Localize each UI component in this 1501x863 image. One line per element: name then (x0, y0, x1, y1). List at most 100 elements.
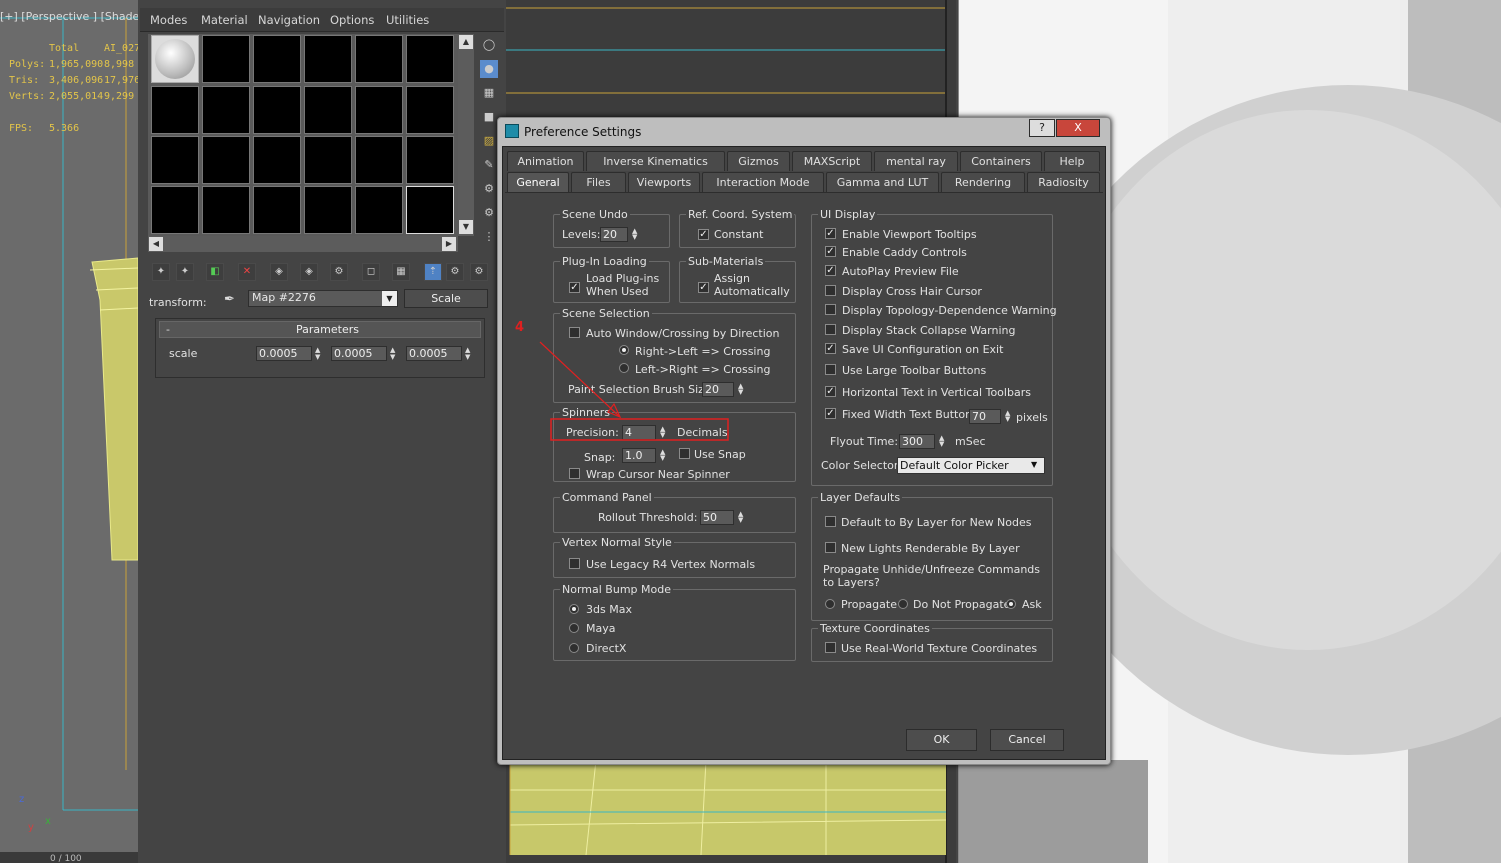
sample-slot[interactable] (253, 86, 301, 134)
color-selector-dropdown[interactable]: Default Color Picker (897, 457, 1045, 474)
tab-animation[interactable]: Animation (507, 151, 584, 171)
left-right-radio[interactable] (619, 363, 629, 373)
slots-horizontal-scrollbar[interactable]: ◀ ▶ (148, 236, 458, 252)
scale-y-spinner[interactable]: 0.0005 (331, 346, 387, 361)
legacy-normals-checkbox[interactable] (569, 558, 580, 569)
sample-slot[interactable] (355, 186, 403, 234)
bump-maya-radio[interactable] (569, 623, 579, 633)
sample-slot[interactable] (304, 136, 352, 184)
sample-slot[interactable] (304, 35, 352, 83)
get-material-icon[interactable]: ✦ (152, 263, 170, 281)
make-unique-icon[interactable]: ◈ (270, 263, 288, 281)
fixed-width-spinner[interactable]: 70 (969, 409, 1001, 424)
help-button[interactable]: ? (1029, 119, 1055, 137)
sample-slot-active[interactable] (151, 35, 199, 83)
sample-slot[interactable] (151, 136, 199, 184)
sample-slot[interactable] (253, 136, 301, 184)
sample-slot[interactable] (355, 35, 403, 83)
tab-viewports[interactable]: Viewports (628, 172, 700, 192)
put-to-scene-icon[interactable]: ✦ (176, 263, 194, 281)
slots-vertical-scrollbar[interactable]: ▲ ▼ (458, 34, 474, 236)
spinner-arrows-icon[interactable]: ▲ ▼ (738, 511, 743, 524)
wrap-cursor-checkbox[interactable] (569, 468, 580, 479)
sample-type-icon[interactable]: ◯ (480, 36, 498, 54)
tab-mental-ray[interactable]: mental ray (874, 151, 958, 171)
map-name-field[interactable]: Map #2276 (248, 290, 398, 307)
sample-slot[interactable] (406, 186, 454, 234)
sample-slot[interactable] (151, 86, 199, 134)
sample-slot[interactable] (202, 86, 250, 134)
tab-general[interactable]: General (507, 172, 569, 192)
constant-checkbox[interactable]: ✓ (698, 229, 709, 240)
right-left-radio[interactable] (619, 345, 629, 355)
horizontal-text-checkbox[interactable]: ✓ (825, 386, 836, 397)
scale-x-spinner[interactable]: 0.0005 (256, 346, 312, 361)
snap-spinner[interactable]: 1.0 (622, 448, 656, 463)
autoplay-preview-checkbox[interactable]: ✓ (825, 265, 836, 276)
sample-slot[interactable] (253, 186, 301, 234)
bump-directx-radio[interactable] (569, 643, 579, 653)
levels-spinner[interactable]: 20 (600, 227, 628, 242)
use-snap-checkbox[interactable] (679, 448, 690, 459)
spinner-arrows-icon[interactable]: ▲ ▼ (1005, 410, 1010, 423)
go-forward-icon[interactable]: ⚙ (470, 263, 488, 281)
save-ui-config-checkbox[interactable]: ✓ (825, 343, 836, 354)
chevron-down-icon[interactable]: ▼ (382, 291, 397, 306)
scroll-down-icon[interactable]: ▼ (459, 220, 473, 234)
topology-warning-checkbox[interactable] (825, 304, 836, 315)
tab-gamma-and-lut[interactable]: Gamma and LUT (826, 172, 939, 192)
precision-spinner[interactable]: 4 (622, 425, 656, 440)
close-button[interactable]: X (1056, 119, 1100, 137)
spinner-arrows-icon[interactable]: ▲ ▼ (390, 347, 395, 361)
menu-navigation[interactable]: Navigation (258, 13, 320, 27)
tab-containers[interactable]: Containers (960, 151, 1042, 171)
sample-slot[interactable] (202, 136, 250, 184)
ok-button[interactable]: OK (906, 729, 977, 751)
tab-gizmos[interactable]: Gizmos (727, 151, 790, 171)
scale-z-spinner[interactable]: 0.0005 (406, 346, 462, 361)
show-shaded-map-icon[interactable]: ◻ (362, 263, 380, 281)
spinner-arrows-icon[interactable]: ▲ ▼ (660, 426, 665, 439)
material-map-navigator-icon[interactable]: ⋮ (480, 228, 498, 246)
tab-rendering[interactable]: Rendering (941, 172, 1025, 192)
video-color-check-icon[interactable]: ▨ (480, 132, 498, 150)
spinner-arrows-icon[interactable]: ▲ ▼ (939, 435, 944, 448)
tab-inverse-kinematics[interactable]: Inverse Kinematics (586, 151, 725, 171)
scroll-left-icon[interactable]: ◀ (149, 237, 163, 251)
rollout-threshold-spinner[interactable]: 50 (700, 510, 734, 525)
spinner-arrows-icon[interactable]: ▲ ▼ (465, 347, 470, 361)
sample-slot[interactable] (151, 186, 199, 234)
sample-slot[interactable] (355, 136, 403, 184)
sample-slot[interactable] (253, 35, 301, 83)
material-id-channel-icon[interactable]: ⚙ (330, 263, 348, 281)
load-plugins-checkbox[interactable]: ✓ (569, 282, 580, 293)
large-toolbar-checkbox[interactable] (825, 364, 836, 375)
ask-radio[interactable] (1006, 599, 1016, 609)
go-to-parent-icon[interactable]: ⇡ (424, 263, 442, 281)
make-preview-icon[interactable]: ✎ (480, 156, 498, 174)
spinner-arrows-icon[interactable]: ▲ ▼ (632, 228, 637, 241)
flyout-time-spinner[interactable]: 300 (899, 434, 935, 449)
stack-collapse-checkbox[interactable] (825, 324, 836, 335)
select-by-material-icon[interactable]: ⚙ (480, 204, 498, 222)
tab-files[interactable]: Files (571, 172, 626, 192)
sample-uv-tiling-icon[interactable]: ■ (480, 108, 498, 126)
cross-hair-checkbox[interactable] (825, 285, 836, 296)
sample-slot[interactable] (406, 35, 454, 83)
sample-slot[interactable] (406, 136, 454, 184)
spinner-arrows-icon[interactable]: ▲ ▼ (660, 449, 665, 462)
scale-type-button[interactable]: Scale (404, 289, 488, 308)
go-forward-sibling-icon[interactable]: ⚙ (446, 263, 464, 281)
real-world-checkbox[interactable] (825, 642, 836, 653)
scroll-up-icon[interactable]: ▲ (459, 35, 473, 49)
caddy-controls-checkbox[interactable]: ✓ (825, 246, 836, 257)
assign-to-selection-icon[interactable]: ◧ (206, 263, 224, 281)
rollout-toggle[interactable]: - (166, 323, 170, 336)
assign-automatically-checkbox[interactable]: ✓ (698, 282, 709, 293)
do-not-propagate-radio[interactable] (898, 599, 908, 609)
sample-slot[interactable] (202, 35, 250, 83)
tab-radiosity[interactable]: Radiosity (1027, 172, 1100, 192)
default-bylayer-checkbox[interactable] (825, 516, 836, 527)
menu-modes[interactable]: Modes (150, 13, 187, 27)
eyedropper-icon[interactable]: ✒ (224, 292, 235, 307)
